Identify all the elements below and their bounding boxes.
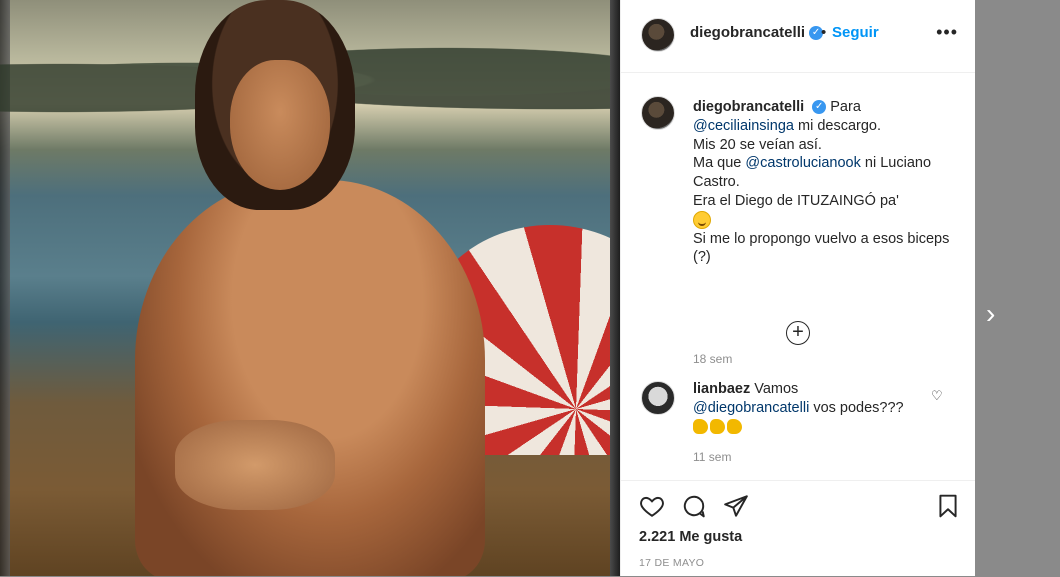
- save-icon[interactable]: [935, 493, 961, 519]
- more-icon[interactable]: •••: [936, 22, 958, 43]
- flexed-biceps-emoji-icon: [693, 419, 708, 435]
- post-photo[interactable]: [0, 0, 620, 576]
- post-side-panel: diegobrancatelli ✓ • Seguir ••• diegobran…: [620, 0, 976, 576]
- caption-line2: Mis 20 se veían así.: [693, 136, 822, 153]
- photo-torso: [135, 180, 485, 576]
- photo-edge-right: [610, 0, 620, 576]
- photo-hand: [175, 420, 335, 510]
- post-header: diegobrancatelli ✓ • Seguir •••: [621, 0, 976, 73]
- add-comments-icon[interactable]: +: [786, 321, 810, 345]
- verified-icon: ✓: [812, 100, 827, 115]
- caption-avatar[interactable]: [641, 96, 675, 130]
- separator-dot: •: [821, 24, 827, 41]
- comment-text1: Vamos: [754, 381, 799, 397]
- post-date: 17 DE MAYO: [639, 557, 705, 569]
- mention-link[interactable]: @diegobrancatelli: [693, 400, 809, 416]
- commenter-avatar[interactable]: [641, 381, 675, 415]
- next-arrow-icon[interactable]: ›: [986, 300, 995, 328]
- mention-link[interactable]: @ceciliainsinga: [693, 118, 794, 134]
- caption-text: diegobrancatelli ✓ Para @ceciliainsinga …: [693, 98, 955, 267]
- caption-timestamp: 18 sem: [693, 352, 733, 366]
- author-username-text[interactable]: diegobrancatelli: [690, 24, 805, 41]
- flexed-biceps-emoji-icon: [710, 419, 725, 435]
- comment-icon[interactable]: [681, 493, 707, 519]
- comment-text: lianbaez Vamos @diegobrancatelli vos pod…: [693, 380, 928, 436]
- comment-text2: vos podes???: [813, 399, 904, 416]
- overlay-backdrop: [975, 0, 1060, 576]
- photo-subject: [135, 0, 485, 576]
- commenter-username[interactable]: lianbaez: [693, 381, 750, 397]
- photo-face: [230, 60, 330, 190]
- comment-timestamp: 11 sem: [693, 450, 732, 464]
- flexed-biceps-emoji-icon: [727, 419, 742, 435]
- author-username[interactable]: diegobrancatelli ✓: [690, 24, 824, 41]
- caption-line5: Si me lo propongo vuelvo a esos biceps (…: [693, 230, 950, 266]
- caption-line3-pre: Ma que: [693, 155, 742, 172]
- caption-username[interactable]: diegobrancatelli: [693, 99, 804, 115]
- caption-intro: Para: [830, 99, 861, 115]
- caption-line1: mi descargo.: [798, 117, 882, 134]
- caption-line4: Era el Diego de ITUZAINGÓ pa': [693, 192, 899, 209]
- likes-count[interactable]: 2.221 Me gusta: [639, 529, 742, 545]
- comment-like-icon[interactable]: ♡: [931, 388, 943, 404]
- mention-link[interactable]: @castrolucianook: [745, 155, 860, 171]
- heart-icon[interactable]: [639, 493, 665, 519]
- follow-button[interactable]: Seguir: [832, 24, 879, 41]
- smile-emoji-icon: [693, 210, 711, 229]
- action-bar: 2.221 Me gusta 17 DE MAYO: [621, 480, 976, 577]
- share-icon[interactable]: [723, 493, 749, 519]
- author-avatar[interactable]: [641, 18, 675, 52]
